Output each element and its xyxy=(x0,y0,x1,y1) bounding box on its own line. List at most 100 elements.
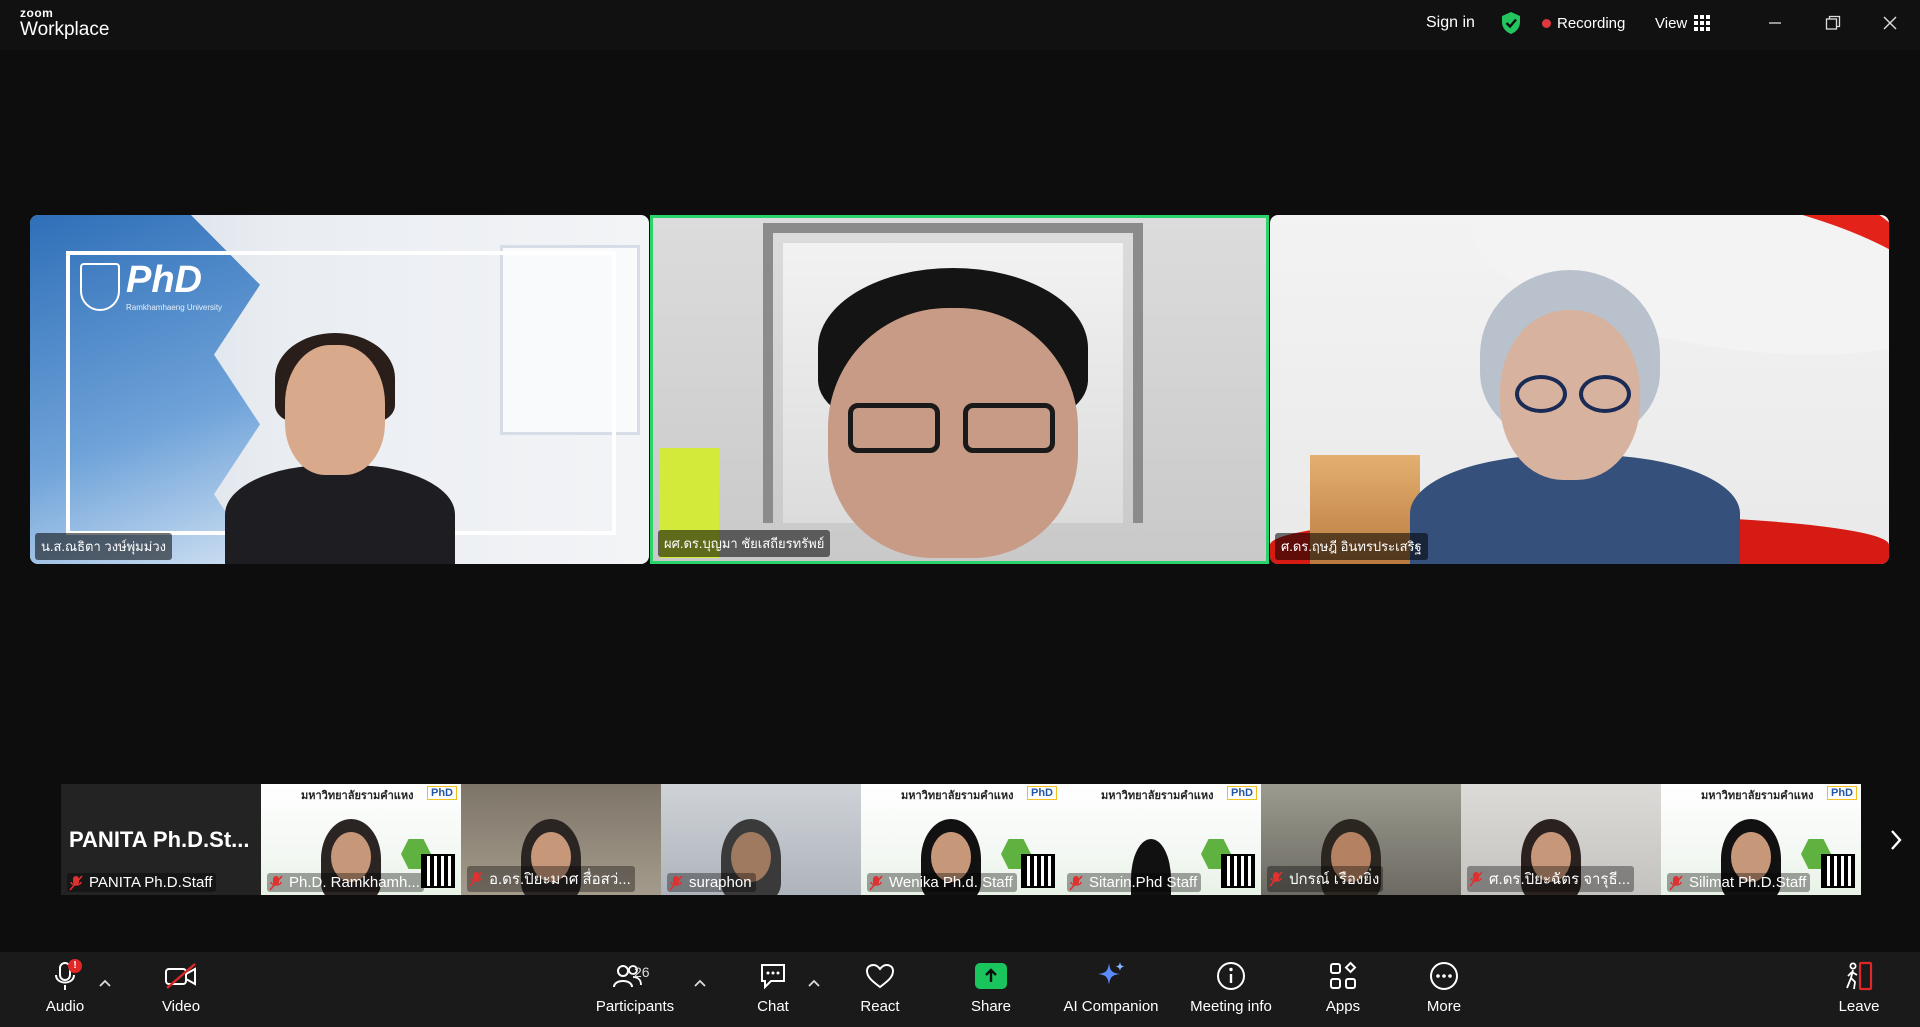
share-button[interactable]: Share xyxy=(970,952,1012,1027)
leave-button[interactable]: Leave xyxy=(1838,952,1880,1027)
participant-name: อ.ดร.ปิยะมาศ สื่อสว่... xyxy=(489,871,631,888)
poster-banner: มหาวิทยาลัยรามคำแหง PhD xyxy=(861,784,1061,806)
filmstrip-tile[interactable]: อ.ดร.ปิยะมาศ สื่อสว่... xyxy=(461,784,661,895)
title-bar: zoom Workplace Sign in Recording View xyxy=(0,0,1920,50)
audio-options-caret[interactable] xyxy=(99,976,111,990)
participant-name: ศ.ดร.ปิยะฉัตร จารุธี... xyxy=(1489,871,1631,888)
chat-button[interactable]: Chat xyxy=(754,952,792,1027)
ai-companion-label: AI Companion xyxy=(1063,998,1159,1015)
chat-icon xyxy=(758,954,788,998)
video-button[interactable]: Video xyxy=(158,952,204,1027)
filmstrip-tile[interactable]: มหาวิทยาลัยรามคำแหง PhD Silimat Ph.D.Sta… xyxy=(1661,784,1861,895)
filmstrip-tile[interactable]: มหาวิทยาลัยรามคำแหง PhD Ph.D. Ramkhamh..… xyxy=(261,784,461,895)
mic-muted-icon xyxy=(669,874,683,891)
react-label: React xyxy=(860,998,900,1015)
restore-icon xyxy=(1825,15,1841,30)
participant-label: suraphon xyxy=(667,873,756,892)
glasses-icon xyxy=(1515,375,1635,415)
minimize-button[interactable] xyxy=(1750,0,1800,46)
participant-name: Sitarin.Phd Staff xyxy=(1089,874,1198,891)
chat-label: Chat xyxy=(757,998,789,1015)
filmstrip-tile[interactable]: PANITA Ph.D.St... PANITA Ph.D.Staff xyxy=(61,784,261,895)
close-window-button[interactable] xyxy=(1865,0,1915,46)
participants-icon: 26 xyxy=(594,954,676,998)
poster-banner: มหาวิทยาลัยรามคำแหง PhD xyxy=(261,784,461,806)
video-label: Video xyxy=(161,998,201,1015)
qr-code-icon xyxy=(1821,854,1855,888)
poster-banner: มหาวิทยาลัยรามคำแหง PhD xyxy=(1661,784,1861,806)
filmstrip-tile[interactable]: ศ.ดร.ปิยะฉัตร จารุธี... xyxy=(1461,784,1661,895)
mic-muted-icon xyxy=(1269,871,1283,887)
participants-button[interactable]: 26 Participants xyxy=(594,952,676,1027)
video-tile-1[interactable]: PhD Ramkhamhaeng University น.ส.ณธิตา วง… xyxy=(30,215,649,564)
recording-label: Recording xyxy=(1557,14,1626,32)
participant-body xyxy=(225,465,455,564)
shield-icon[interactable] xyxy=(1500,0,1522,46)
participants-options-caret[interactable] xyxy=(694,976,706,990)
filmstrip-tile[interactable]: suraphon xyxy=(661,784,861,895)
filmstrip-next-button[interactable] xyxy=(1884,822,1908,858)
participants-count: 26 xyxy=(634,964,650,980)
view-button[interactable]: View xyxy=(1655,0,1711,46)
participant-name: น.ส.ณธิตา วงษ์พุ่มม่วง xyxy=(35,533,172,560)
leave-icon xyxy=(1843,954,1875,998)
sign-in-button[interactable]: Sign in xyxy=(1426,0,1475,46)
participant-label: PANITA Ph.D.Staff xyxy=(67,873,217,892)
mic-muted-icon xyxy=(869,874,883,891)
more-button[interactable]: More xyxy=(1424,952,1464,1027)
participant-name: ผศ.ดร.บุญมา ชัยเสถียรทรัพย์ xyxy=(658,530,831,557)
info-icon xyxy=(1215,954,1247,998)
chevron-right-icon xyxy=(1891,830,1902,850)
filmstrip-tile[interactable]: มหาวิทยาลัยรามคำแหง PhD Sitarin.Phd Staf… xyxy=(1061,784,1261,895)
apps-button[interactable]: Apps xyxy=(1324,952,1362,1027)
chevron-up-icon xyxy=(808,979,820,987)
poster-title: มหาวิทยาลัยรามคำแหง xyxy=(1701,790,1814,802)
poster-logo: PhD xyxy=(427,786,457,800)
mic-muted-icon xyxy=(1669,874,1683,891)
video-tile-3[interactable]: ศ.ดร.ฤษฎี อินทรประเสริฐ xyxy=(1270,215,1889,564)
ai-companion-button[interactable]: AI Companion xyxy=(1063,952,1159,1027)
participant-label: Sitarin.Phd Staff xyxy=(1067,873,1202,892)
mic-muted-icon xyxy=(1469,871,1483,887)
participant-label: ปกรณ์ เรืองยิ่ง xyxy=(1267,866,1384,892)
minimize-icon xyxy=(1769,22,1781,24)
participant-label: Ph.D. Ramkhamh... xyxy=(267,873,424,892)
recording-indicator[interactable]: Recording xyxy=(1542,0,1625,46)
audio-button[interactable]: ! Audio xyxy=(42,952,88,1027)
mic-muted-icon xyxy=(469,871,483,887)
app-logo: zoom Workplace xyxy=(20,7,109,41)
participant-name: suraphon xyxy=(689,874,752,891)
qr-code-icon xyxy=(421,854,455,888)
filmstrip-tile[interactable]: ปกรณ์ เรืองยิ่ง xyxy=(1261,784,1461,895)
poster-logo: PhD xyxy=(1227,786,1257,800)
chat-options-caret[interactable] xyxy=(808,976,820,990)
poster-title: มหาวิทยาลัยรามคำแหง xyxy=(901,790,1014,802)
poster-logo: PhD xyxy=(1027,786,1057,800)
poster-title: มหาวิทยาลัยรามคำแหง xyxy=(301,790,414,802)
chevron-up-icon xyxy=(99,979,111,987)
poster-banner: มหาวิทยาลัยรามคำแหง PhD xyxy=(1061,784,1261,806)
video-tile-2-active-speaker[interactable]: ผศ.ดร.บุญมา ชัยเสถียรทรัพย์ xyxy=(650,215,1269,564)
brand-big: Workplace xyxy=(20,19,110,40)
more-icon xyxy=(1428,954,1460,998)
recording-dot-icon xyxy=(1542,18,1551,28)
participant-name: Silimat Ph.D.Staff xyxy=(1689,874,1807,891)
mic-muted-icon xyxy=(1069,874,1083,891)
share-label: Share xyxy=(970,998,1012,1015)
apps-icon xyxy=(1328,954,1358,998)
restore-button[interactable] xyxy=(1808,0,1858,46)
meeting-info-button[interactable]: Meeting info xyxy=(1186,952,1276,1027)
participant-face xyxy=(285,345,385,475)
phd-logo: PhD xyxy=(126,259,202,301)
participant-name: PANITA Ph.D.Staff xyxy=(89,874,213,891)
video-off-icon xyxy=(163,954,199,998)
participant-name: ปกรณ์ เรืองยิ่ง xyxy=(1289,871,1380,888)
filmstrip-tile[interactable]: มหาวิทยาลัยรามคำแหง PhD Wenika Ph.d. Sta… xyxy=(861,784,1061,895)
react-button[interactable]: React xyxy=(860,952,900,1027)
view-label: View xyxy=(1655,14,1688,32)
participant-name: Wenika Ph.d. Staff xyxy=(889,874,1013,891)
more-label: More xyxy=(1426,998,1462,1015)
poster-logo: PhD xyxy=(1827,786,1857,800)
participant-name: ศ.ดร.ฤษฎี อินทรประเสริฐ xyxy=(1275,533,1428,560)
qr-code-icon xyxy=(1221,854,1255,888)
